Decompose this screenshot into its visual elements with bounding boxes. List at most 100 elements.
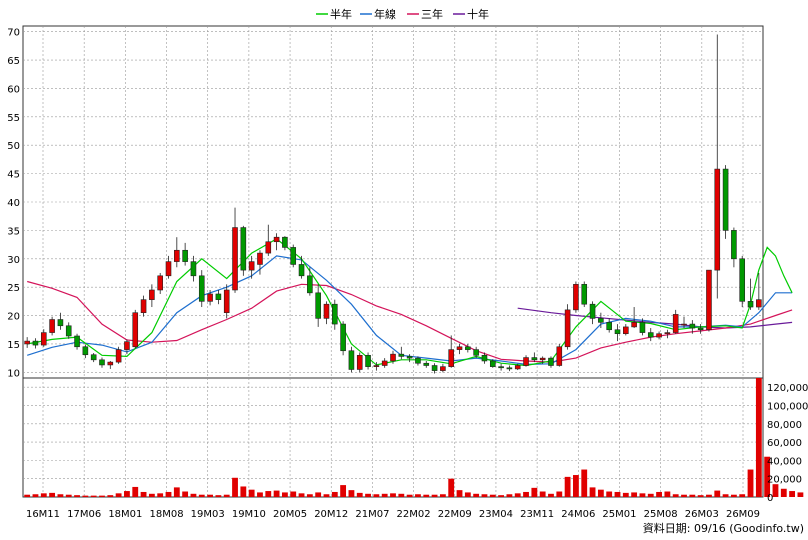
price-tick-label: 45 bbox=[7, 170, 20, 181]
candle-body-down bbox=[614, 329, 621, 335]
volume-bar bbox=[639, 493, 646, 497]
candle-body-down bbox=[431, 365, 438, 371]
volume-bar bbox=[539, 491, 546, 497]
candlestick bbox=[706, 269, 712, 332]
candlestick bbox=[340, 321, 346, 356]
price-tick-label: 65 bbox=[7, 56, 20, 67]
volume-bar bbox=[506, 494, 513, 497]
volume-bar bbox=[672, 494, 679, 497]
candle-body-down bbox=[74, 335, 80, 348]
candle-body-up bbox=[714, 168, 721, 271]
volume-bar bbox=[556, 491, 563, 497]
volume-bar bbox=[323, 494, 330, 497]
volume-bar bbox=[531, 487, 538, 497]
price-tick-label: 10 bbox=[7, 368, 20, 379]
volume-bar bbox=[57, 494, 64, 497]
date-tick-label: 25M01 bbox=[602, 509, 636, 520]
candle-body-up bbox=[539, 357, 546, 361]
candle-body-down bbox=[739, 258, 746, 302]
candle-body-up bbox=[456, 346, 463, 350]
volume-bar bbox=[381, 493, 388, 497]
candlestick bbox=[240, 225, 247, 276]
volume-bar bbox=[24, 494, 31, 497]
volume-bar bbox=[523, 491, 529, 497]
volume-bar bbox=[464, 492, 471, 497]
candle-body-up bbox=[273, 236, 280, 243]
volume-bar bbox=[132, 486, 139, 497]
volume-bar bbox=[182, 491, 189, 497]
candle-body-down bbox=[465, 346, 471, 350]
candle-body-up bbox=[132, 312, 139, 348]
candle-body-down bbox=[32, 340, 39, 346]
volume-bar bbox=[706, 494, 712, 497]
date-tick-label: 18M08 bbox=[149, 509, 183, 520]
volume-tick-label: 100,000 bbox=[767, 401, 808, 412]
volume-bar bbox=[697, 495, 704, 497]
candle-body-down bbox=[481, 354, 488, 362]
volume-bar bbox=[99, 495, 105, 497]
candle-body-down bbox=[415, 357, 421, 364]
legend: 半年 年線 三年 十年 bbox=[316, 7, 489, 21]
volume-bar bbox=[232, 477, 238, 497]
volume-bar bbox=[548, 493, 554, 497]
legend-item-year-line: 年線 bbox=[360, 7, 396, 21]
candle-body-up bbox=[756, 299, 762, 308]
volume-bar bbox=[647, 493, 654, 497]
volume-bar bbox=[74, 495, 80, 497]
volume-bar bbox=[747, 469, 754, 497]
volume-bar bbox=[340, 485, 347, 497]
candle-body-down bbox=[298, 264, 305, 277]
date-tick-label: 16M11 bbox=[26, 509, 60, 520]
volume-bar bbox=[498, 495, 504, 497]
candle-body-down bbox=[548, 357, 554, 366]
candle-body-down bbox=[82, 346, 89, 356]
volume-bar bbox=[157, 493, 164, 497]
candle-body-down bbox=[315, 292, 321, 319]
candle-body-up bbox=[49, 319, 55, 333]
volume-tick-label: 20,000 bbox=[767, 475, 802, 486]
volume-bar bbox=[730, 494, 737, 497]
volume-bar bbox=[348, 490, 355, 497]
candle-body-up bbox=[24, 340, 30, 345]
candlestick bbox=[365, 352, 371, 370]
candle-body-down bbox=[581, 284, 588, 305]
candle-body-down bbox=[606, 322, 612, 331]
volume-bar bbox=[614, 491, 621, 497]
candle-body-up bbox=[706, 269, 712, 331]
candle-body-up bbox=[631, 322, 637, 328]
volume-bar bbox=[373, 494, 380, 497]
volume-bar bbox=[681, 494, 687, 497]
date-tick-label: 17M06 bbox=[67, 509, 101, 520]
volume-bar bbox=[223, 494, 230, 497]
volume-bar bbox=[689, 494, 696, 497]
candle-body-down bbox=[423, 362, 430, 366]
candlestick bbox=[722, 165, 729, 239]
candlestick bbox=[290, 244, 297, 268]
volume-bar bbox=[423, 494, 430, 497]
volume-tick-label: 120,000 bbox=[767, 383, 808, 394]
volume-bar bbox=[315, 492, 322, 497]
candle-body-up bbox=[672, 314, 679, 333]
volume-bar bbox=[622, 492, 629, 497]
volume-bar bbox=[597, 489, 604, 497]
candle-body-down bbox=[747, 301, 754, 308]
volume-bar bbox=[173, 487, 180, 497]
candle-body-up bbox=[107, 361, 114, 366]
candle-body-up bbox=[248, 261, 255, 271]
price-tick-label: 20 bbox=[7, 312, 20, 323]
candle-body-down bbox=[348, 350, 355, 370]
candle-body-up bbox=[373, 365, 380, 367]
volume-bar bbox=[115, 493, 122, 497]
volume-bar bbox=[215, 495, 222, 497]
volume-bar bbox=[564, 476, 571, 497]
legend-item-half-year: 半年 bbox=[316, 7, 352, 21]
volume-bar bbox=[398, 493, 405, 497]
volume-bar bbox=[32, 494, 39, 497]
candlestick bbox=[573, 281, 579, 313]
candle-body-down bbox=[406, 356, 413, 359]
candle-body-down bbox=[506, 367, 513, 370]
date-tick-label: 20M12 bbox=[314, 509, 348, 520]
candle-body-down bbox=[198, 275, 205, 302]
candlestick bbox=[348, 346, 355, 373]
volume-bar bbox=[573, 475, 579, 497]
